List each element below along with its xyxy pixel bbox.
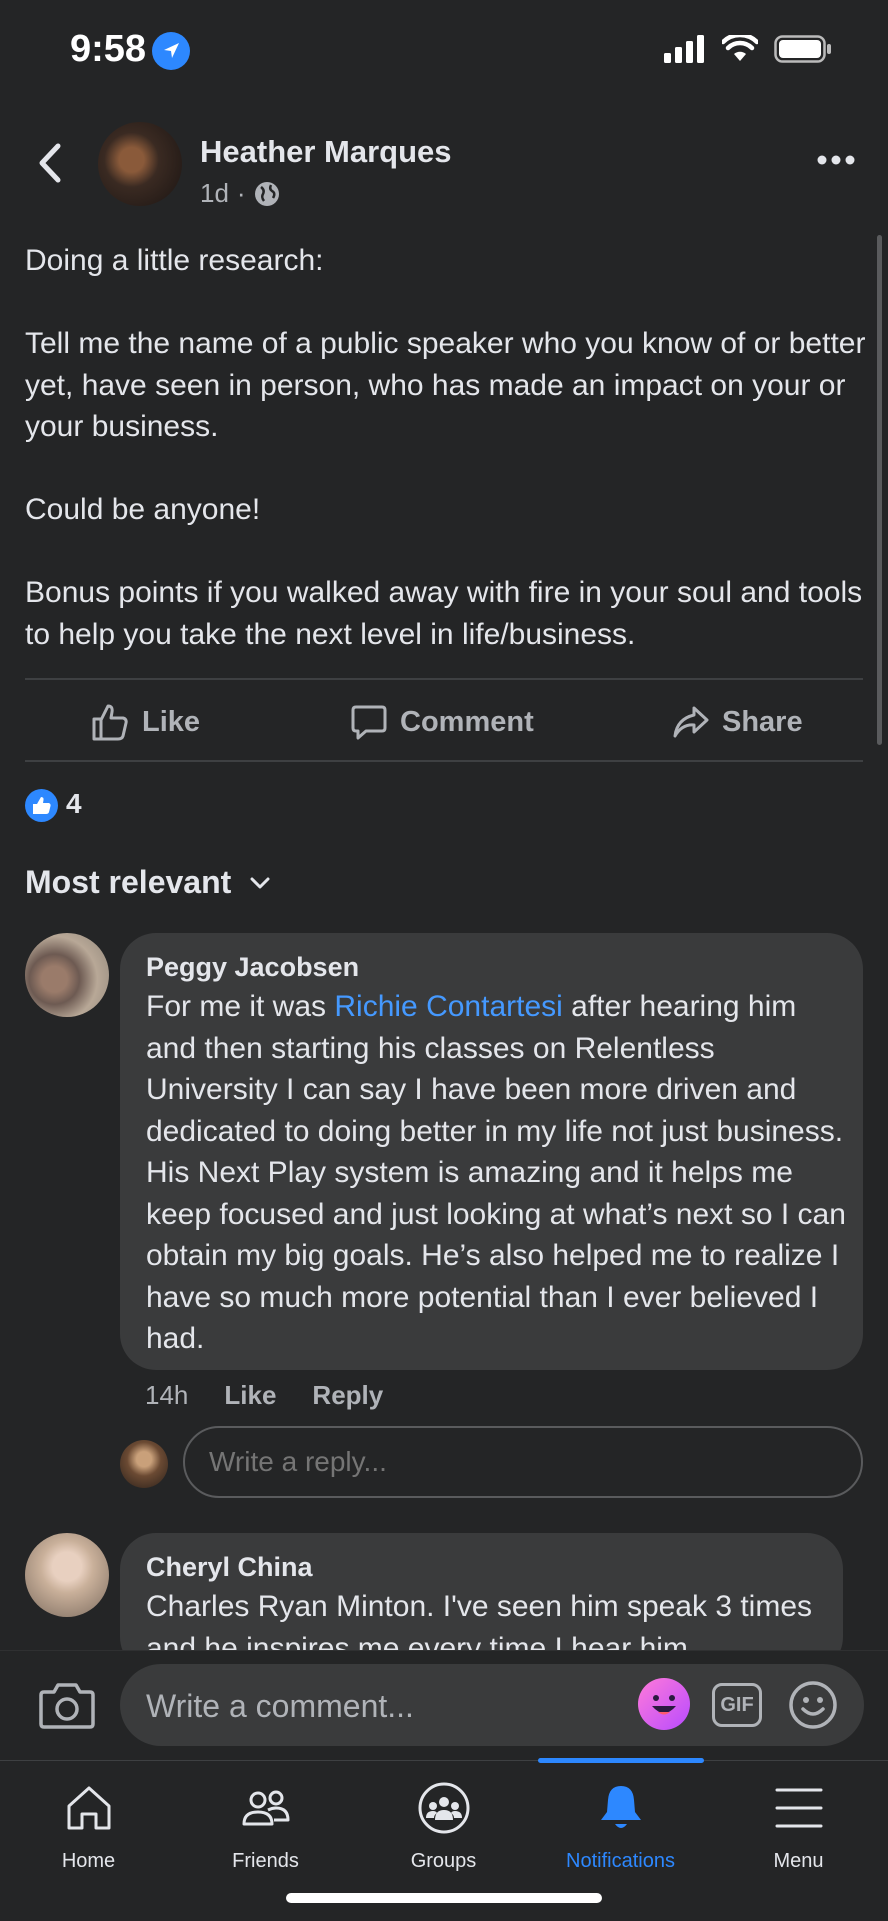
post-paragraph: Tell me the name of a public speaker who…	[25, 327, 866, 443]
comment-like-button[interactable]: Like	[224, 1380, 276, 1411]
divider	[25, 678, 863, 680]
reaction-count[interactable]: 4	[66, 788, 82, 820]
share-icon	[673, 706, 709, 738]
chevron-left-icon	[39, 143, 61, 183]
home-icon	[67, 1786, 110, 1830]
comment-button[interactable]: Comment	[350, 700, 534, 744]
status-indicators	[664, 32, 832, 66]
comment-text: For me it was Richie Contartesi after he…	[146, 986, 846, 1360]
chevron-down-icon	[250, 877, 270, 888]
comment-sort-dropdown[interactable]: Most relevant	[25, 864, 271, 901]
emoji-button[interactable]	[788, 1680, 838, 1730]
groups-icon	[418, 1782, 469, 1834]
hamburger-icon	[775, 1788, 822, 1828]
cellular-signal-icon	[664, 35, 704, 63]
mention-link[interactable]: Richie Contartesi	[334, 990, 562, 1023]
tab-label: Friends	[232, 1850, 299, 1872]
comment-text-part: after hearing him and then starting his …	[146, 990, 846, 1355]
camera-button[interactable]	[38, 1680, 96, 1730]
author-name[interactable]: Heather Marques	[200, 134, 452, 170]
wifi-icon	[722, 35, 758, 61]
share-label: Share	[722, 705, 803, 738]
comment-icon	[351, 705, 387, 740]
meta-separator: ·	[236, 178, 246, 208]
post-time: 1d	[200, 178, 229, 208]
tab-label: Menu	[773, 1850, 824, 1872]
bell-icon	[600, 1786, 641, 1828]
avatar-sticker-icon[interactable]	[638, 1678, 690, 1730]
home-indicator[interactable]	[286, 1893, 602, 1903]
comment-text: Charles Ryan Minton. I've seen him speak…	[146, 1590, 813, 1650]
post-paragraph: Bonus points if you walked away with fir…	[25, 576, 863, 651]
like-reaction-icon[interactable]	[25, 789, 58, 822]
tab-friends[interactable]: Friends	[177, 1760, 354, 1890]
comment-author[interactable]: Peggy Jacobsen	[146, 952, 359, 983]
comment-meta: 14h Like Reply	[145, 1380, 383, 1411]
post-body: Doing a little research: Tell me the nam…	[25, 240, 875, 655]
author-avatar[interactable]	[98, 122, 182, 206]
commenter-avatar[interactable]	[25, 1533, 109, 1617]
back-button[interactable]	[28, 138, 72, 188]
camera-icon	[39, 1683, 95, 1729]
gif-button[interactable]: GIF	[712, 1683, 762, 1727]
more-options-button[interactable]	[816, 150, 856, 170]
sort-label: Most relevant	[25, 864, 232, 900]
tab-notifications[interactable]: Notifications	[532, 1760, 709, 1890]
comment-text-part: For me it was	[146, 990, 335, 1023]
post-paragraph: Doing a little research:	[25, 244, 324, 277]
post-meta: 1d ·	[200, 178, 280, 209]
post-paragraph: Could be anyone!	[25, 493, 261, 526]
scrollbar[interactable]	[877, 235, 882, 745]
comment-label: Comment	[400, 705, 534, 738]
reply-input[interactable]	[183, 1426, 863, 1498]
friends-icon	[242, 1790, 289, 1826]
tab-label: Home	[61, 1850, 116, 1872]
status-time: 9:58	[70, 28, 147, 70]
thumbs-up-icon	[92, 704, 128, 741]
share-button[interactable]: Share	[672, 700, 803, 744]
tab-label: Notifications	[566, 1850, 675, 1872]
like-label: Like	[142, 705, 201, 738]
comment-placeholder[interactable]: Write a comment...	[146, 1688, 414, 1725]
battery-icon	[774, 35, 831, 63]
comment-time: 14h	[145, 1380, 189, 1410]
tab-home[interactable]: Home	[0, 1760, 177, 1890]
comment-author[interactable]: Cheryl China	[146, 1552, 313, 1583]
tab-label: Groups	[410, 1850, 477, 1872]
location-arrow-icon	[152, 32, 190, 70]
tab-menu[interactable]: Menu	[710, 1760, 887, 1890]
like-button[interactable]: Like	[90, 700, 200, 744]
commenter-avatar[interactable]	[25, 933, 109, 1017]
current-user-avatar	[120, 1440, 168, 1488]
smiley-icon	[789, 1681, 837, 1729]
globe-icon	[254, 181, 279, 206]
divider	[25, 760, 863, 762]
comment-reply-button[interactable]: Reply	[312, 1380, 383, 1411]
tab-groups[interactable]: Groups	[355, 1760, 532, 1890]
more-horizontal-icon	[817, 155, 855, 165]
